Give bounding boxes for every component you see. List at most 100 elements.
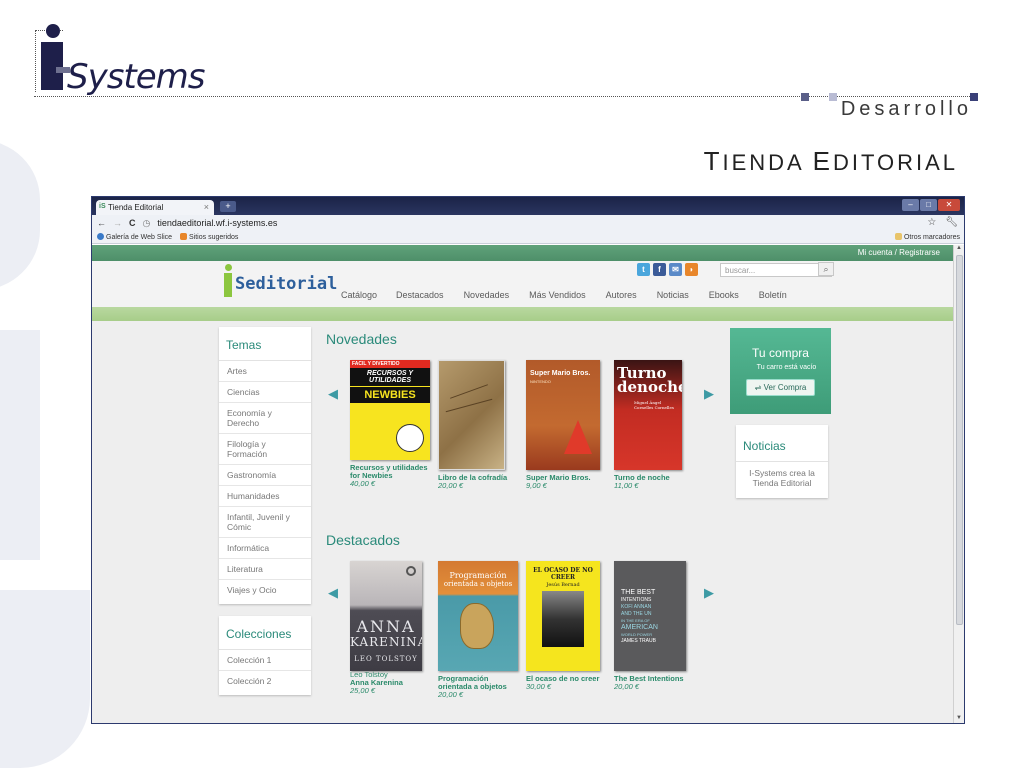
news-item[interactable]: I-Systems crea la Tienda Editorial <box>736 462 828 498</box>
website-content: Mi cuenta / Registrarse Seditorial t f ✉… <box>92 245 954 723</box>
nav-item-noticias[interactable]: Noticias <box>657 290 689 300</box>
browser-window: iS Tienda Editorial × + – □ ✕ ← → C ◷ ti… <box>91 196 965 724</box>
scroll-up-icon[interactable]: ▲ <box>954 245 964 254</box>
book-cover[interactable]: ANNA KARENINA LEO TOLSTOY <box>350 561 422 671</box>
book-card[interactable]: EL OCASO DE NO CREER Jesús Bernad El oca… <box>526 561 606 691</box>
search-icon[interactable]: ⌕ <box>818 262 834 276</box>
temas-title: Temas <box>219 333 311 361</box>
email-icon[interactable]: ✉ <box>669 263 682 276</box>
tema-item[interactable]: Literatura <box>219 559 311 580</box>
back-icon[interactable]: ← <box>97 218 106 228</box>
browser-tab[interactable]: iS Tienda Editorial × <box>96 200 214 215</box>
presentation-slide: Systems Desarrollo TIENDA EDITORIAL iS T… <box>0 0 1024 768</box>
nav-item-novedades[interactable]: Novedades <box>464 290 510 300</box>
view-cart-button[interactable]: ⇌ Ver Compra <box>745 379 816 396</box>
cart-widget: Tu compra Tu carro está vacío ⇌ Ver Comp… <box>730 328 831 414</box>
tema-item[interactable]: Economía y Derecho <box>219 403 311 434</box>
book-card[interactable]: FACIL Y DIVERTIDO RECURSOS Y UTILIDADES … <box>350 360 430 488</box>
wrench-icon[interactable]: 🔧︎ <box>945 217 958 228</box>
rss-icon[interactable]: ◗ <box>685 263 698 276</box>
book-cover[interactable]: Programación orientada a objetos <box>438 561 518 671</box>
header-band <box>92 307 954 321</box>
tema-item[interactable]: Infantil, Juvenil y Cómic <box>219 507 311 538</box>
book-cover[interactable]: THE BEST INTENTIONS KOFI ANNAN AND THE U… <box>614 561 686 671</box>
scroll-down-icon[interactable]: ▼ <box>954 715 964 723</box>
site-header: Seditorial t f ✉ ◗ buscar... ⌕ Catálogo … <box>92 261 954 307</box>
background-shape-bottom <box>0 590 90 768</box>
forward-icon[interactable]: → <box>113 218 122 228</box>
nav-item-destacados[interactable]: Destacados <box>396 290 444 300</box>
news-title: Noticias <box>736 425 828 462</box>
social-icons: t f ✉ ◗ <box>637 263 698 276</box>
coleccion-item[interactable]: Colección 1 <box>219 650 311 671</box>
tema-item[interactable]: Humanidades <box>219 486 311 507</box>
tema-item[interactable]: Artes <box>219 361 311 382</box>
cart-title: Tu compra <box>752 346 809 360</box>
book-price: 11,00 € <box>614 481 639 490</box>
section-label: Desarrollo <box>840 98 972 120</box>
book-price: 25,00 € <box>350 686 376 695</box>
cart-icon: ⇌ <box>754 383 764 392</box>
minimize-button[interactable]: – <box>902 199 919 211</box>
colecciones-title: Colecciones <box>219 622 311 650</box>
book-cover[interactable]: EL OCASO DE NO CREER Jesús Bernad <box>526 561 600 671</box>
book-title[interactable]: Recursos y utilidades for Newbies <box>350 464 430 480</box>
background-shape-mid <box>0 330 40 560</box>
reload-icon[interactable]: C <box>129 218 136 228</box>
maximize-button[interactable]: □ <box>920 199 937 211</box>
book-card[interactable]: Turno denoche Miguel Ángel Cornelles Cor… <box>614 360 694 490</box>
address-toolbar: ← → C ◷ tiendaeditorial.wf.i-systems.es … <box>92 215 964 231</box>
tab-close-icon[interactable]: × <box>204 202 209 212</box>
nav-item-autores[interactable]: Autores <box>606 290 637 300</box>
account-link[interactable]: Mi cuenta / Registrarse <box>858 248 940 257</box>
new-tab-button[interactable]: + <box>220 201 236 212</box>
book-title[interactable]: Programación orientada a objetos <box>438 675 518 691</box>
scroll-thumb[interactable] <box>956 255 963 625</box>
tema-item[interactable]: Viajes y Ocio <box>219 580 311 600</box>
tema-item[interactable]: Filología y Formación <box>219 434 311 465</box>
book-card[interactable]: Programación orientada a objetos Program… <box>438 561 518 699</box>
nav-item-boletin[interactable]: Boletín <box>759 290 787 300</box>
book-card[interactable]: ANNA KARENINA LEO TOLSTOY Leo Tolstoy An… <box>350 561 430 695</box>
book-cover[interactable]: Super Mario Bros. NINTENDO <box>526 360 600 470</box>
nav-item-ebooks[interactable]: Ebooks <box>709 290 739 300</box>
bookmark-item[interactable]: Galería de Web Slice <box>97 233 172 241</box>
bookmark-star-icon[interactable]: ☆ <box>927 217 936 228</box>
book-price: 40,00 € <box>350 479 376 488</box>
tema-item[interactable]: Informática <box>219 538 311 559</box>
main-nav: Catálogo Destacados Novedades Más Vendid… <box>341 290 787 300</box>
scrollbar[interactable]: ▲ ▼ <box>953 245 964 723</box>
decor-square <box>801 93 809 101</box>
book-cover[interactable]: FACIL Y DIVERTIDO RECURSOS Y UTILIDADES … <box>350 360 430 460</box>
novedades-next-arrow-icon[interactable]: ▶ <box>704 386 714 402</box>
address-bar[interactable]: tiendaeditorial.wf.i-systems.es <box>157 218 277 228</box>
page-icon: ◷ <box>142 217 151 228</box>
sidebar: Temas Artes Ciencias Economía y Derecho … <box>219 327 311 707</box>
logo-bar <box>41 42 63 90</box>
bookmarks-bar: Galería de Web Slice Sitios sugeridos Ot… <box>92 231 964 244</box>
coleccion-item[interactable]: Colección 2 <box>219 671 311 691</box>
bookmark-item[interactable]: Sitios sugeridos <box>180 233 238 241</box>
tema-item[interactable]: Ciencias <box>219 382 311 403</box>
book-card[interactable]: Super Mario Bros. NINTENDO Super Mario B… <box>526 360 606 490</box>
browser-titlebar: iS Tienda Editorial × + – □ ✕ <box>92 197 964 215</box>
close-window-button[interactable]: ✕ <box>938 199 960 211</box>
window-controls: – □ ✕ <box>902 199 960 211</box>
other-bookmarks[interactable]: Otros marcadores <box>894 233 960 241</box>
novedades-prev-arrow-icon[interactable]: ◀ <box>328 386 338 402</box>
nav-item-catalogo[interactable]: Catálogo <box>341 290 377 300</box>
book-card[interactable]: Libro de la cofradía 20,00 € <box>438 360 518 490</box>
book-cover[interactable] <box>438 360 505 470</box>
cart-empty-text: Tu carro está vacío <box>756 364 817 371</box>
tema-item[interactable]: Gastronomía <box>219 465 311 486</box>
destacados-prev-arrow-icon[interactable]: ◀ <box>328 585 338 601</box>
book-card[interactable]: THE BEST INTENTIONS KOFI ANNAN AND THE U… <box>614 561 694 691</box>
destacados-title: Destacados <box>326 532 400 548</box>
twitter-icon[interactable]: t <box>637 263 650 276</box>
logo-bar <box>224 273 232 297</box>
decor-square <box>829 93 837 101</box>
facebook-icon[interactable]: f <box>653 263 666 276</box>
book-cover[interactable]: Turno denoche Miguel Ángel Cornelles Cor… <box>614 360 682 470</box>
nav-item-mas-vendidos[interactable]: Más Vendidos <box>529 290 586 300</box>
destacados-next-arrow-icon[interactable]: ▶ <box>704 585 714 601</box>
